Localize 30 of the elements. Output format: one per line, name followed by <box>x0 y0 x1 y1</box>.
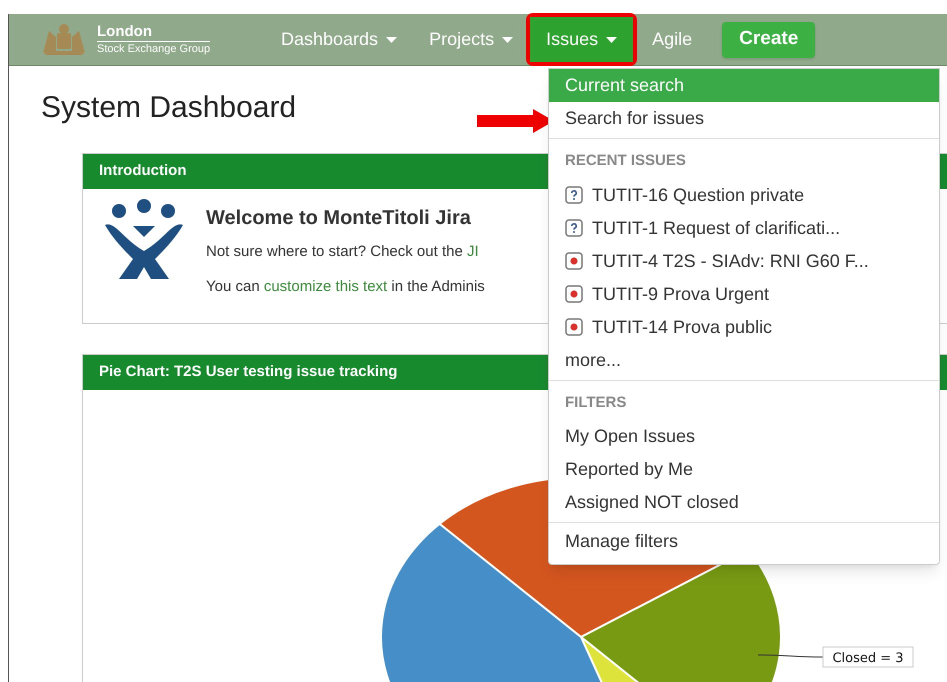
caret-icon <box>606 36 618 42</box>
customize-text: You can customize this text in the Adminis <box>206 276 485 296</box>
customize-link[interactable]: customize this text <box>264 278 388 294</box>
filter-item[interactable]: Assigned NOT closed <box>549 486 939 519</box>
logo-subtitle: Stock Exchange Group <box>97 44 210 55</box>
figure-logo-icon <box>105 199 183 281</box>
bug-icon <box>565 318 583 336</box>
section-heading: RECENT ISSUES <box>564 151 687 171</box>
callout-label: Closed = 3 <box>822 646 914 668</box>
question-icon <box>565 186 583 204</box>
page-title: System Dashboard <box>41 93 296 123</box>
recent-issue-item[interactable]: TUTIT-14 Prova public <box>549 310 939 344</box>
caret-icon <box>386 36 398 42</box>
bug-icon <box>565 285 583 303</box>
question-icon <box>565 219 583 237</box>
leader-line <box>758 654 824 658</box>
manage-filters-item[interactable]: Manage filters <box>549 523 939 559</box>
jira-link[interactable]: JI <box>466 243 479 260</box>
filter-item[interactable]: Reported by Me <box>549 453 939 486</box>
logo-title: London <box>97 24 210 42</box>
intro-text: Not sure where to start? Check out the JI <box>206 242 480 262</box>
recent-issue-item[interactable]: TUTIT-9 Prova Urgent <box>549 278 939 310</box>
section-heading: FILTERS <box>564 392 628 412</box>
bug-icon <box>565 252 583 270</box>
filter-item[interactable]: My Open Issues <box>549 420 939 453</box>
caret-icon <box>502 36 514 42</box>
welcome-heading: Welcome to MonteTitoli Jira <box>206 206 472 231</box>
recent-issue-item[interactable]: TUTIT-4 T2S - SIAdv: RNI G60 F... <box>549 244 939 278</box>
recent-issue-item[interactable]: TUTIT-1 Request of clarificati... <box>549 212 939 244</box>
menu-item[interactable]: Search for issues <box>549 102 939 135</box>
